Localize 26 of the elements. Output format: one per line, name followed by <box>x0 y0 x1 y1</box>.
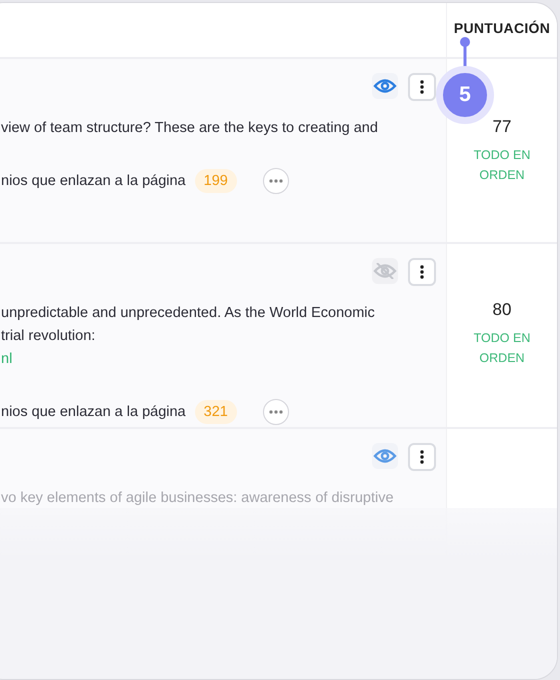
url-link[interactable]: nl <box>1 348 436 371</box>
more-options-button[interactable] <box>408 443 436 471</box>
column-header: PUNTUACIÓN <box>454 20 550 37</box>
score-value: 77 <box>492 117 512 137</box>
description-text: unpredictable and unprecedented. As the World Economic <box>1 304 376 323</box>
more-button[interactable] <box>262 399 289 425</box>
ellipsis-icon <box>268 410 283 414</box>
eye-button[interactable] <box>372 73 398 99</box>
more-options-button[interactable] <box>408 73 436 101</box>
links-label: nios que enlazan a la página <box>1 404 186 420</box>
status-text: TODO EN ORDEN <box>472 147 532 184</box>
eye-button[interactable] <box>372 443 398 469</box>
description-text: trial revolution: <box>1 327 96 346</box>
score-value: 80 <box>492 300 512 320</box>
links-label: nios que enlazan a la página <box>1 173 186 189</box>
kebab-icon <box>420 450 424 464</box>
kebab-icon <box>420 80 424 94</box>
more-button[interactable] <box>262 168 289 194</box>
more-options-button[interactable] <box>408 258 436 286</box>
description-text: view of team structure? These are the keys to creating and <box>1 119 379 138</box>
kebab-icon <box>420 265 424 279</box>
links-count: 199 <box>194 169 237 193</box>
links-count: 321 <box>194 400 237 424</box>
status-text: TODO EN ORDEN <box>472 330 532 367</box>
ellipsis-icon <box>268 179 283 183</box>
description-text: vo key elements of agile businesses: awareness of disruptive <box>1 489 395 508</box>
